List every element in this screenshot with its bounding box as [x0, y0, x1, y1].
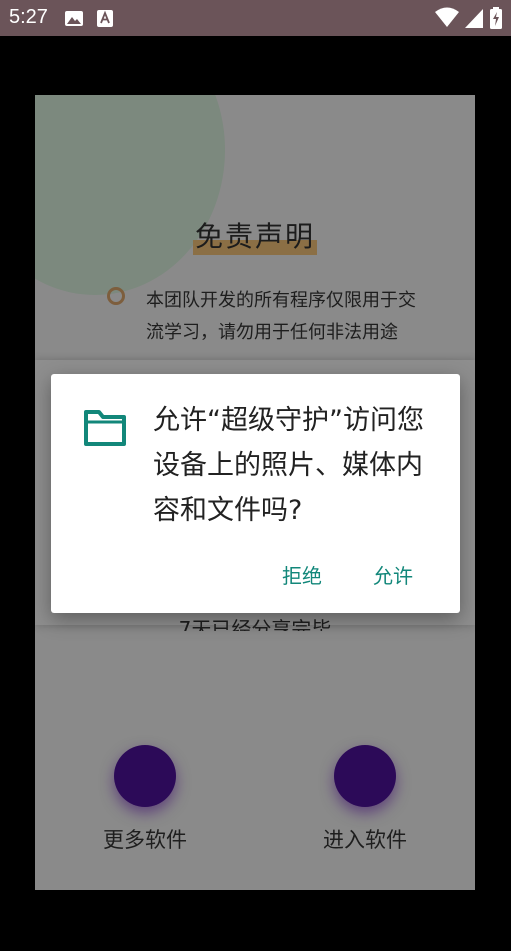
more-software-button[interactable] — [114, 745, 176, 807]
status-time: 5:27 — [9, 6, 48, 28]
share-status-text: 7天已经分享完毕 — [178, 617, 332, 631]
more-software-label[interactable]: 更多软件 — [65, 824, 225, 854]
battery-charging-icon — [490, 7, 502, 29]
photo-icon — [65, 11, 83, 26]
folder-icon — [84, 410, 126, 446]
font-a-icon — [97, 10, 113, 27]
disclaimer-text: 本团队开发的所有程序仅限用于交流学习，请勿用于任何非法用途 — [146, 290, 416, 343]
deny-button[interactable]: 拒绝 — [276, 556, 328, 593]
permission-message: 允许“超级守护”访问您设备上的照片、媒体内容和文件吗? — [153, 405, 424, 526]
decorative-circle — [35, 95, 225, 295]
enter-software-label[interactable]: 进入软件 — [285, 824, 445, 854]
permission-dialog: 允许“超级守护”访问您设备上的照片、媒体内容和文件吗? 拒绝 允许 — [51, 374, 460, 613]
enter-software-button[interactable] — [334, 745, 396, 807]
card-title: 免责声明 — [192, 215, 317, 255]
status-right-icons — [434, 7, 503, 29]
status-bar: 5:27 — [0, 0, 511, 36]
allow-button[interactable]: 允许 — [367, 556, 419, 593]
wifi-icon — [434, 7, 459, 27]
signal-icon — [464, 9, 483, 28]
bullet-ring-icon — [107, 287, 125, 305]
